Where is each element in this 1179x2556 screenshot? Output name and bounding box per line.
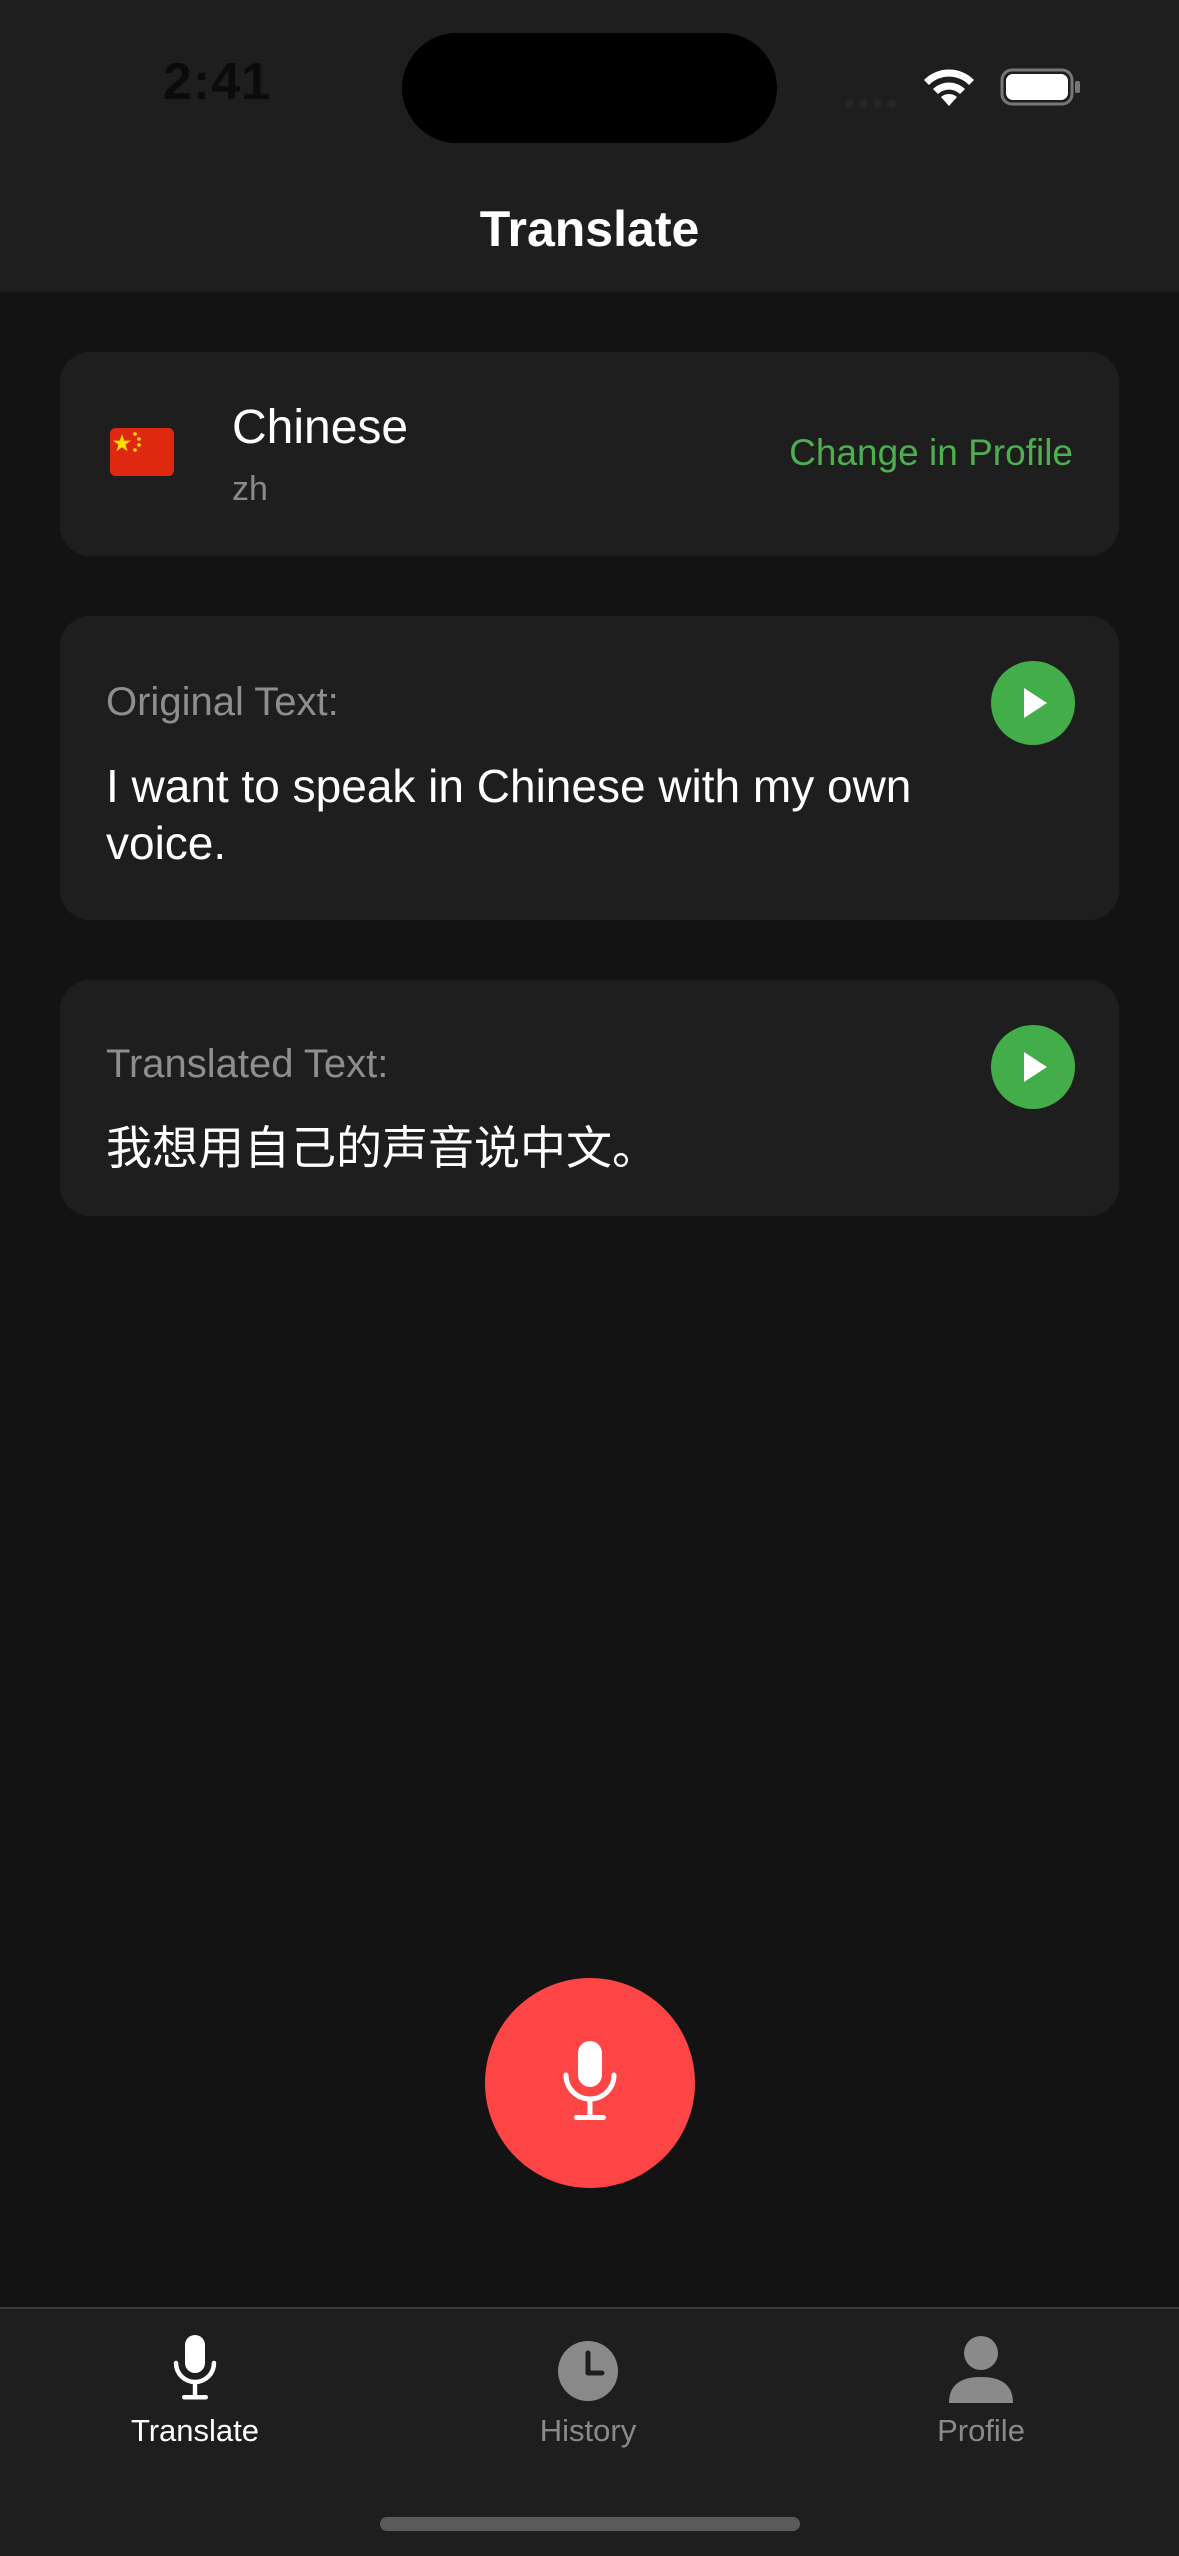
clock-icon: [558, 2341, 618, 2401]
china-flag-icon: [110, 428, 174, 476]
tab-history[interactable]: History: [458, 2333, 718, 2449]
status-time: 2:41: [163, 53, 272, 111]
change-in-profile-link[interactable]: Change in Profile: [789, 432, 1073, 474]
page-title: Translate: [479, 201, 700, 257]
play-translation-button[interactable]: [991, 1025, 1075, 1109]
top-bar: 2:41 Translate: [0, 0, 1179, 292]
microphone-icon: [173, 2335, 217, 2400]
battery-icon: [1000, 68, 1080, 106]
home-indicator[interactable]: [380, 2517, 800, 2531]
signal-icon: [845, 95, 905, 108]
tab-history-label: History: [539, 2413, 637, 2448]
tab-profile-label: Profile: [937, 2413, 1025, 2448]
tab-profile[interactable]: Profile: [851, 2333, 1111, 2449]
tab-translate-label: Translate: [130, 2413, 260, 2448]
microphone-icon: [563, 2041, 617, 2120]
original-text: I want to speak in Chinese with my own v…: [106, 760, 912, 869]
language-name: Chinese: [232, 401, 409, 454]
dynamic-island: [402, 33, 777, 143]
wifi-icon: [924, 69, 974, 106]
language-code: zh: [232, 470, 268, 508]
translated-text-label: Translated Text:: [106, 1042, 389, 1086]
record-button[interactable]: [485, 1978, 695, 2188]
original-text-label: Original Text:: [106, 680, 339, 724]
translated-text: 我想用自己的声音说中文。: [106, 1121, 658, 1175]
language-card: Chinese zh Change in Profile: [60, 352, 1119, 556]
tab-translate[interactable]: Translate: [65, 2333, 325, 2449]
play-original-button[interactable]: [991, 661, 1075, 745]
translate-screen: 2:41 Translate Chinese zh Change in Prof…: [0, 0, 1179, 2556]
translated-text-card: Translated Text: 我想用自己的声音说中文。: [60, 980, 1119, 1216]
person-icon: [949, 2336, 1013, 2403]
original-text-card: Original Text: I want to speak in Chines…: [60, 616, 1119, 920]
play-icon: [1024, 1052, 1047, 1082]
play-icon: [1024, 688, 1047, 718]
